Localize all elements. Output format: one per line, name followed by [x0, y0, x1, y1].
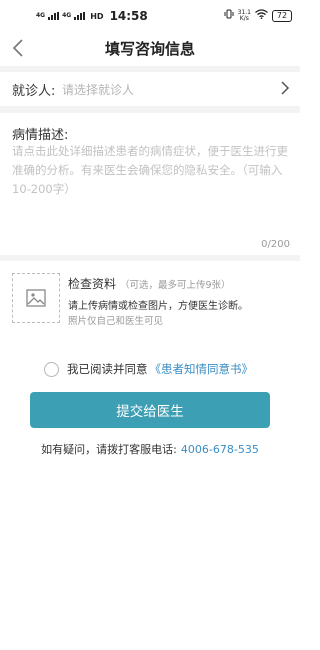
agreement-text: 我已阅读并同意 — [67, 362, 148, 376]
battery-level: 72 — [276, 10, 288, 20]
hd-badge: HD — [90, 11, 104, 21]
upload-note: （可选，最多可上传9张） — [120, 280, 231, 291]
status-left: 4G 4G HD 14:58 — [36, 9, 148, 23]
upload-title-line: 检查资料 （可选，最多可上传9张） — [68, 275, 231, 292]
upload-description: 请上传病情或检查图片，方便医生诊断。 — [68, 301, 248, 312]
signal-indicator-2: 4G — [62, 13, 71, 19]
signal-indicator-1: 4G — [36, 13, 45, 19]
net-speed-unit: K/s — [239, 14, 249, 22]
consent-form-link[interactable]: 《患者知情同意书》 — [150, 361, 254, 377]
patient-placeholder: 请选择就诊人 — [62, 83, 135, 97]
nav-bar: 填写咨询信息 — [0, 30, 300, 66]
patient-label: 就诊人: — [12, 84, 56, 99]
signal-bars-icon — [48, 12, 60, 20]
upload-image-button[interactable] — [12, 273, 60, 323]
chevron-right-icon — [280, 80, 290, 96]
wifi-icon — [255, 9, 268, 22]
submit-button[interactable]: 提交给医生 — [30, 392, 270, 428]
signal-label-1: 4G — [36, 12, 46, 19]
description-input[interactable] — [12, 142, 288, 228]
description-label: 病情描述: — [12, 128, 69, 143]
signal-label-2: 4G — [62, 12, 72, 19]
patient-selector[interactable]: 就诊人: 请选择就诊人 — [0, 72, 300, 104]
section-divider — [0, 255, 300, 261]
net-speed: 31.1 K/s — [238, 9, 251, 22]
help-text: 如有疑问，请拨打客服电话: — [41, 443, 177, 456]
agreement-row: 我已阅读并同意 《患者知情同意书》 — [44, 360, 253, 378]
section-divider — [0, 106, 300, 113]
page-title: 填写咨询信息 — [104, 40, 195, 58]
upload-title: 检查资料 — [68, 277, 117, 291]
upload-privacy-note: 照片仅自己和医生可见 — [68, 316, 164, 327]
char-counter: 0/200 — [261, 239, 290, 250]
service-phone-link[interactable]: 4006-678-535 — [181, 443, 259, 456]
status-bar: 4G 4G HD 14:58 31.1 K/s 72 — [0, 0, 300, 30]
vibrate-icon — [224, 9, 234, 22]
status-time: 14:58 — [109, 9, 148, 23]
status-right: 31.1 K/s 72 — [224, 9, 292, 22]
image-icon — [26, 289, 46, 307]
signal-bars-icon — [74, 12, 86, 20]
agreement-checkbox[interactable] — [44, 361, 59, 377]
help-row: 如有疑问，请拨打客服电话: 4006-678-535 — [0, 441, 300, 457]
battery-icon: 72 — [272, 9, 292, 22]
